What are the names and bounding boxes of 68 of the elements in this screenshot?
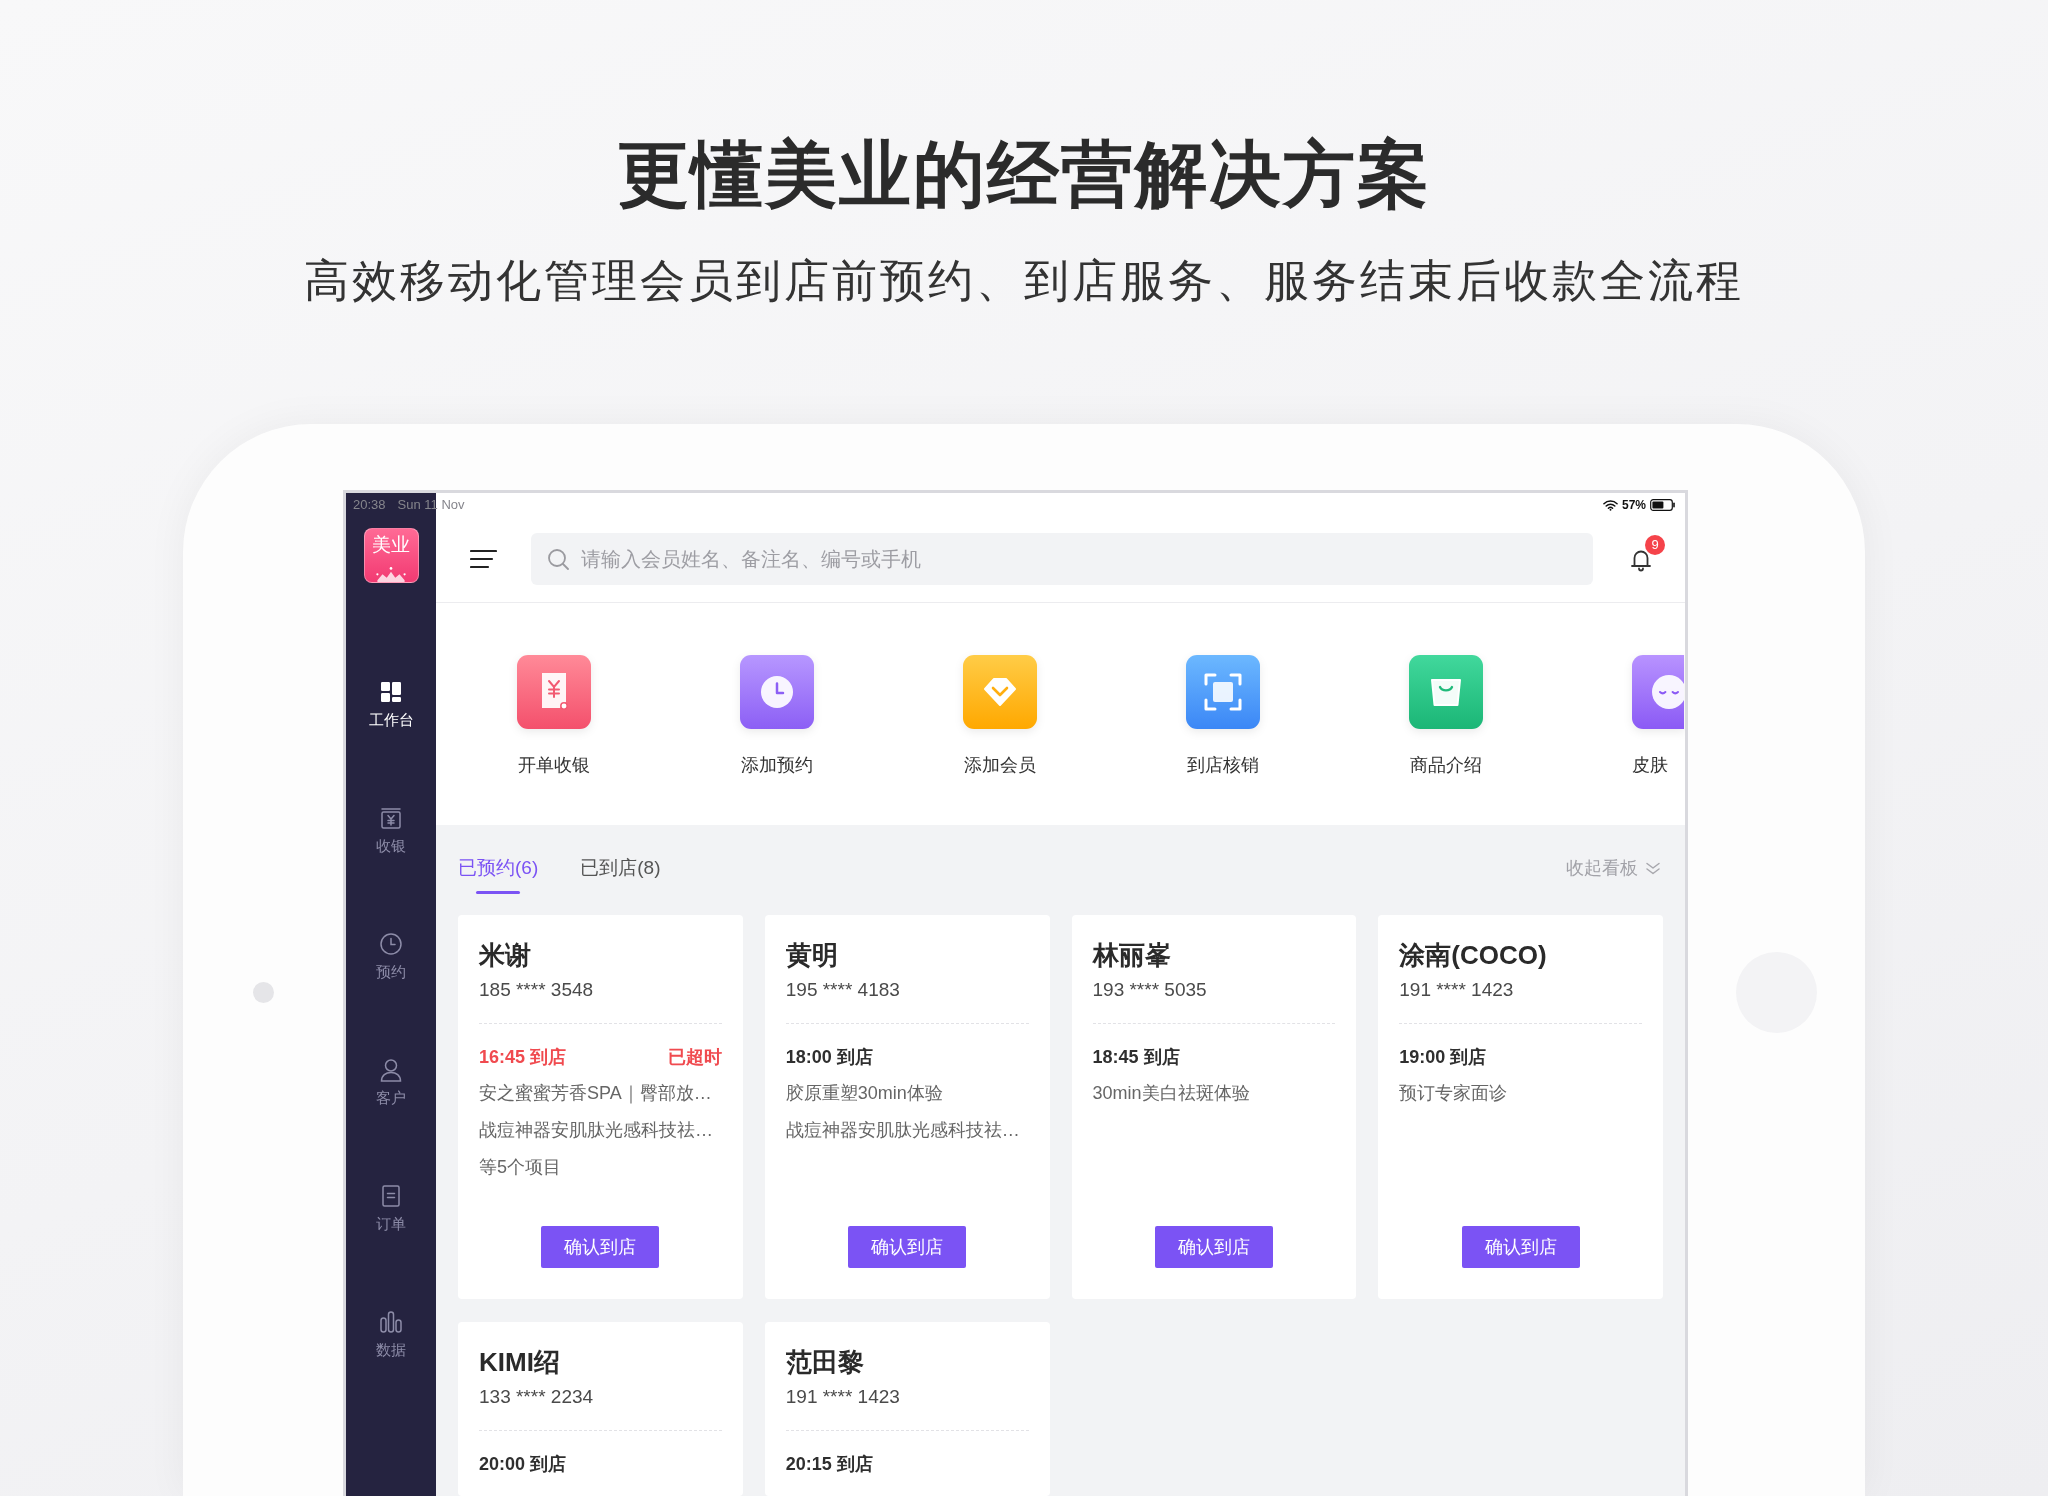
wifi-icon xyxy=(1602,498,1618,511)
yen-box-icon xyxy=(378,805,404,832)
logo-text: 美业 xyxy=(372,534,410,557)
status-time: 20:38 xyxy=(353,496,386,515)
quick-action-button[interactable]: 添加预约 xyxy=(740,655,814,778)
clock-icon xyxy=(378,931,404,958)
tab[interactable]: 已预约(6) xyxy=(458,855,539,895)
person-icon xyxy=(378,1057,404,1084)
arrival-time: 18:00 到店 xyxy=(785,1046,873,1070)
arrival-time: 19:00 到店 xyxy=(1399,1046,1487,1070)
quick-action-button[interactable]: 商品介绍 xyxy=(1409,655,1483,778)
chevron-down-icon xyxy=(1645,860,1661,876)
receipt-icon xyxy=(517,655,591,730)
sidebar-item[interactable]: 客户 xyxy=(346,1019,436,1146)
service-item: 预订专家面诊 xyxy=(1399,1082,1508,1106)
quick-action-button[interactable]: 添加会员 xyxy=(963,655,1037,778)
confirm-arrival-button[interactable]: 确认到店 xyxy=(1154,1226,1273,1269)
arrival-time: 18:45 到店 xyxy=(1092,1046,1180,1070)
tab[interactable]: 已到店(8) xyxy=(580,855,661,895)
phone-number: 133 **** 2234 xyxy=(479,1385,594,1410)
page-subtitle: 高效移动化管理会员到店前预约、到店服务、服务结束后收款全流程 xyxy=(304,254,1744,309)
phone-number: 191 **** 1423 xyxy=(785,1385,900,1410)
quick-action-button[interactable]: 到店核销 xyxy=(1186,655,1260,778)
menu-icon xyxy=(470,549,497,570)
shopping-bag-icon xyxy=(1409,655,1483,730)
service-item: 30min美白祛斑体验 xyxy=(1092,1082,1250,1106)
appointment-status: 已超时 xyxy=(667,1046,722,1070)
bar-chart-icon xyxy=(378,1309,404,1336)
service-item: 胶原重塑30min体验 xyxy=(785,1082,943,1106)
camera-dot-icon xyxy=(252,982,274,1004)
confirm-arrival-button[interactable]: 确认到店 xyxy=(848,1226,967,1269)
search-icon xyxy=(547,548,569,571)
arrival-time: 20:15 到店 xyxy=(785,1453,873,1477)
sidebar-item[interactable]: 订单 xyxy=(346,1145,436,1272)
phone-number: 185 **** 3548 xyxy=(479,978,594,1003)
confirm-arrival-button[interactable]: 确认到店 xyxy=(541,1226,660,1269)
app-logo[interactable]: 美业 xyxy=(363,528,419,584)
service-item: 安之蜜蜜芳香SPA｜臀部放… xyxy=(479,1082,712,1106)
customer-name: KIMI绍 xyxy=(479,1346,560,1380)
customer-name: 范田黎 xyxy=(785,1346,864,1380)
phone-number: 193 **** 5035 xyxy=(1092,978,1207,1003)
service-item: 战痘神器安肌肽光感科技祛… xyxy=(479,1119,713,1143)
menu-button[interactable] xyxy=(470,549,497,570)
search-field[interactable]: 请输入会员姓名、备注名、编号或手机 xyxy=(531,533,1593,586)
quick-action-button[interactable]: 皮肤 xyxy=(1632,655,1684,778)
clock-icon xyxy=(740,655,814,730)
face-icon xyxy=(1632,655,1684,730)
sidebar-item[interactable]: 预约 xyxy=(346,893,436,1020)
phone-number: 195 **** 4183 xyxy=(785,978,900,1003)
confirm-arrival-button[interactable]: 确认到店 xyxy=(1461,1226,1580,1269)
quick-action-button[interactable]: 开单收银 xyxy=(517,655,591,778)
sidebar-item[interactable]: 收银 xyxy=(346,767,436,894)
service-item: 战痘神器安肌肽光感科技祛… xyxy=(785,1119,1020,1143)
phone-number: 191 **** 1423 xyxy=(1399,978,1514,1003)
arrival-time: 16:45 到店 xyxy=(479,1046,567,1070)
page-headline: 更懂美业的经营解决方案 xyxy=(617,133,1431,216)
customer-name: 米谢 xyxy=(479,939,531,973)
scan-icon xyxy=(1186,655,1260,730)
service-item: 等5个项目 xyxy=(479,1156,561,1180)
customer-name: 涂南(COCO) xyxy=(1399,939,1547,973)
battery-icon xyxy=(1650,498,1675,511)
notification-badge: 9 xyxy=(1645,535,1665,556)
customer-name: 黄明 xyxy=(785,939,838,973)
sidebar-item[interactable]: 工作台 xyxy=(346,641,436,768)
battery-percent: 57% xyxy=(1621,496,1646,514)
arrival-time: 20:00 到店 xyxy=(479,1453,567,1477)
customer-name: 林丽峯 xyxy=(1092,939,1171,973)
sidebar-item[interactable]: 数据 xyxy=(346,1271,436,1398)
